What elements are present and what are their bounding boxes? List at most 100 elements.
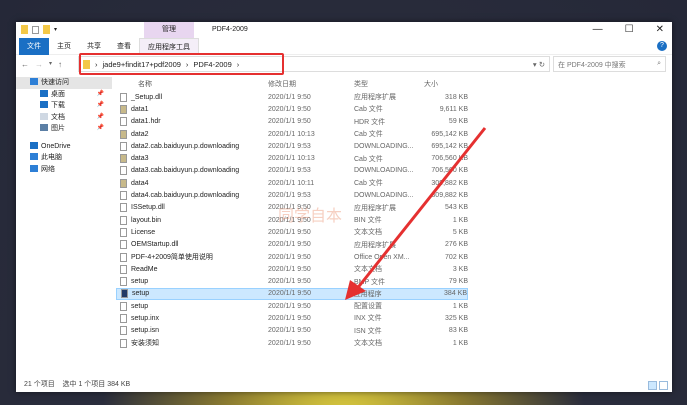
file-row[interactable]: data4 2020/1/1 10:11 Cab 文件 309,882 KB (116, 177, 672, 189)
file-list: 名称 修改日期 类型 大小 _Setup.dll 2020/1/1 9:50 应… (116, 77, 672, 349)
large-icons-view-icon[interactable] (659, 381, 668, 390)
file-size: 309,882 KB (431, 179, 468, 187)
file-row[interactable]: License 2020/1/1 9:50 文本文档 5 KB (116, 226, 672, 238)
file-name: data3 (131, 155, 149, 163)
file-name: data4.cab.baiduyun.p.downloading (131, 192, 240, 200)
help-icon[interactable]: ? (657, 41, 667, 51)
file-name: data1.hdr (131, 118, 161, 126)
tab-home[interactable]: 主页 (49, 38, 79, 55)
maximize-button[interactable]: ☐ (625, 24, 634, 35)
search-input[interactable]: 在 PDF4-2009 中搜索 ⌕ (553, 56, 666, 72)
file-size: 9,611 KB (439, 105, 468, 113)
manage-context-tab[interactable]: 管理 (144, 22, 194, 38)
tab-file[interactable]: 文件 (19, 37, 49, 55)
file-type: HDR 文件 (354, 118, 386, 126)
refresh-icon[interactable]: ▾ ↻ (533, 60, 545, 69)
file-icon (120, 301, 127, 311)
file-row[interactable]: ISSetup.dll 2020/1/1 9:50 应用程序扩展 543 KB (116, 202, 672, 214)
sidebar-item[interactable]: 下载 📌 (16, 100, 112, 112)
back-arrow-icon[interactable]: ← (21, 60, 29, 69)
file-icon (120, 191, 127, 201)
file-icon (120, 326, 127, 336)
watermark: 同学自本 (278, 208, 343, 225)
details-view-icon[interactable] (648, 381, 657, 390)
file-row[interactable]: PDF-4+2009简单使用说明 2020/1/1 9:50 Office Op… (116, 251, 672, 263)
file-size: 1 KB (452, 302, 468, 310)
sidebar-item[interactable]: 图片 📌 (16, 123, 112, 135)
file-row[interactable]: data2 2020/1/1 10:13 Cab 文件 695,142 KB (116, 128, 672, 140)
file-date: 2020/1/1 9:50 (268, 253, 311, 261)
file-row[interactable]: setup 2020/1/1 9:50 应用程序 384 KB (116, 287, 468, 301)
file-date: 2020/1/1 9:50 (268, 327, 311, 335)
file-icon (120, 203, 127, 213)
file-row[interactable]: setup.isn 2020/1/1 9:50 ISN 文件 83 KB (116, 325, 672, 337)
file-row[interactable]: data3.cab.baiduyun.p.downloading 2020/1/… (116, 165, 672, 177)
column-size[interactable]: 大小 (424, 79, 468, 89)
chevron-down-icon[interactable]: ▾ (54, 26, 57, 33)
pin-icon[interactable]: 📌 (97, 89, 104, 101)
selection-info: 选中 1 个项目 384 KB (62, 381, 131, 388)
file-row[interactable]: ReadMe 2020/1/1 9:50 文本文档 3 KB (116, 263, 672, 275)
file-size: 1 KB (452, 216, 468, 224)
breadcrumb-item[interactable]: jade9+findit17+pdf2009 (103, 60, 181, 69)
file-name: setup (131, 278, 149, 286)
file-icon (120, 166, 127, 176)
file-size: 706,560 KB (431, 155, 468, 163)
tab-view[interactable]: 查看 (109, 38, 139, 55)
sidebar-item[interactable]: 网络 (16, 164, 112, 176)
file-date: 2020/1/1 9:50 (268, 93, 311, 101)
sidebar-item[interactable]: OneDrive (16, 141, 112, 153)
tab-app-tools[interactable]: 应用程序工具 (139, 37, 199, 55)
pin-icon[interactable]: 📌 (97, 100, 104, 112)
sidebar-icon (40, 124, 48, 131)
file-type: Cab 文件 (354, 106, 383, 114)
properties-icon[interactable] (32, 25, 39, 34)
title-bar: ▾ 管理 PDF4-2009 — ☐ ✕ (16, 22, 672, 38)
file-row[interactable]: setup.inx 2020/1/1 9:50 INX 文件 325 KB (116, 312, 672, 324)
item-count: 21 个项目 (24, 381, 55, 388)
pin-icon[interactable]: 📌 (97, 123, 104, 135)
sidebar-label: 桌面 (51, 90, 65, 98)
column-headers: 名称 修改日期 类型 大小 (116, 77, 672, 91)
breadcrumb-item[interactable]: PDF4-2009 (193, 60, 231, 69)
file-row[interactable]: setup 2020/1/1 9:50 BMP 文件 79 KB (116, 275, 672, 287)
file-row[interactable]: data1.hdr 2020/1/1 9:50 HDR 文件 59 KB (116, 116, 672, 128)
sidebar-item[interactable]: 文档 📌 (16, 112, 112, 124)
sidebar-label: 快速访问 (41, 79, 69, 86)
file-name: setup.isn (131, 327, 160, 335)
sidebar-icon (40, 101, 48, 108)
recent-chevron-icon[interactable]: ▾ (49, 60, 52, 69)
sidebar-icon (30, 153, 38, 160)
chevron-right-icon: › (236, 59, 240, 69)
folder-icon (83, 59, 90, 69)
file-row[interactable]: 安装须知 2020/1/1 9:50 文本文档 1 KB (116, 337, 672, 349)
forward-arrow-icon[interactable]: → (35, 60, 43, 69)
file-row[interactable]: setup 2020/1/1 9:50 配置设置 1 KB (116, 300, 672, 312)
file-row[interactable]: data2.cab.baiduyun.p.downloading 2020/1/… (116, 140, 672, 152)
column-type[interactable]: 类型 (354, 79, 424, 89)
tab-share[interactable]: 共享 (79, 38, 109, 55)
file-row[interactable]: _Setup.dll 2020/1/1 9:50 应用程序扩展 318 KB (116, 91, 672, 103)
file-date: 2020/1/1 9:50 (268, 265, 311, 273)
file-row[interactable]: data1 2020/1/1 9:50 Cab 文件 9,611 KB (116, 103, 672, 115)
file-icon (120, 178, 127, 188)
column-name[interactable]: 名称 (116, 79, 268, 89)
file-size: 5 KB (452, 228, 468, 236)
sidebar-label: 此电脑 (41, 154, 62, 161)
file-size: 702 KB (445, 253, 468, 261)
minimize-button[interactable]: — (593, 24, 603, 35)
sidebar-item[interactable]: 此电脑 (16, 152, 112, 164)
file-icon (120, 277, 127, 287)
file-row[interactable]: OEMStartup.dll 2020/1/1 9:50 应用程序扩展 276 … (116, 239, 672, 251)
file-row[interactable]: layout.bin 2020/1/1 9:50 BIN 文件 1 KB (116, 214, 672, 226)
up-arrow-icon[interactable]: ↑ (58, 60, 62, 69)
sidebar-item[interactable]: 快速访问 (16, 77, 112, 89)
column-date[interactable]: 修改日期 (268, 79, 354, 89)
sidebar-item[interactable]: 桌面 📌 (16, 89, 112, 101)
pin-icon[interactable]: 📌 (97, 112, 104, 124)
close-button[interactable]: ✕ (656, 24, 664, 35)
new-folder-icon[interactable] (43, 25, 50, 34)
address-bar[interactable]: › jade9+findit17+pdf2009 › PDF4-2009 › ▾… (78, 56, 550, 72)
file-row[interactable]: data4.cab.baiduyun.p.downloading 2020/1/… (116, 189, 672, 201)
file-row[interactable]: data3 2020/1/1 10:13 Cab 文件 706,560 KB (116, 152, 672, 164)
